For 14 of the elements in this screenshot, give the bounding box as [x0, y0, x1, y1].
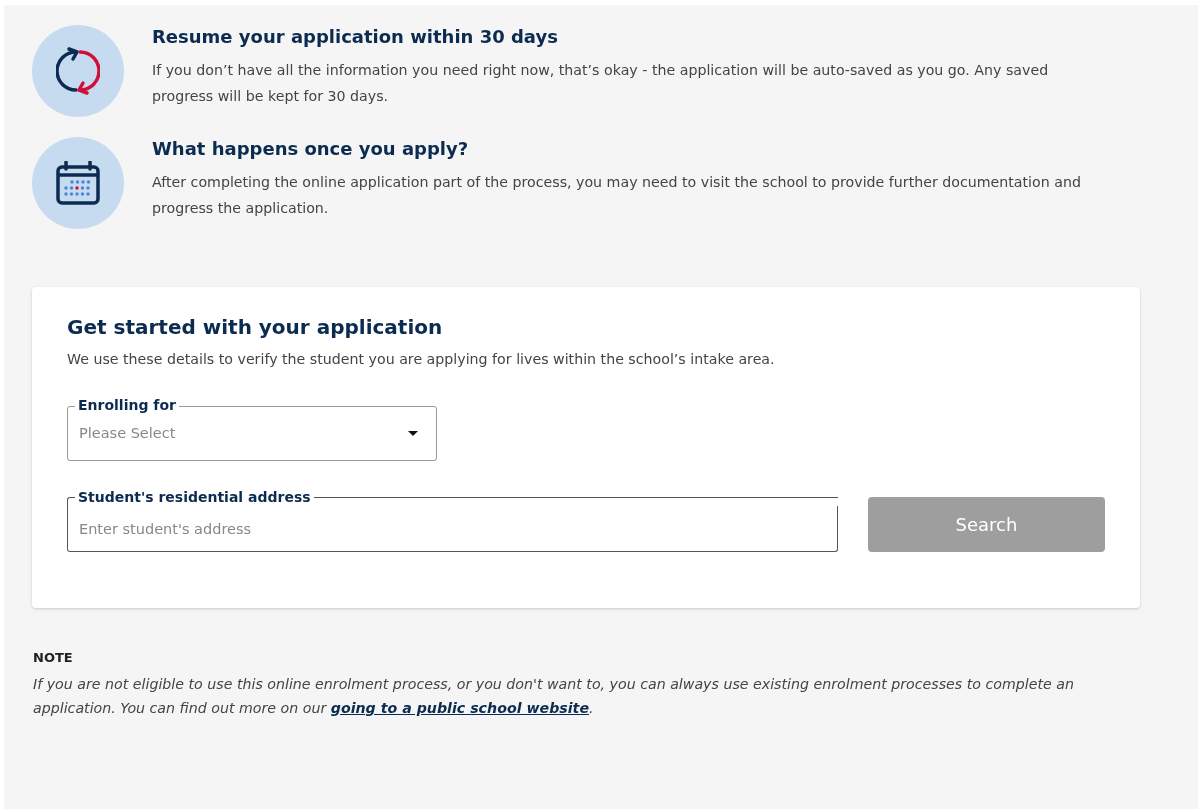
field-label: Enrolling for [75, 396, 179, 415]
section-heading: Resume your application within 30 days [152, 26, 559, 48]
field-label: Student's residential address [77, 488, 312, 508]
section-text: If you don’t have all the information you need right now, that’s okay - the application will be auto-saved as you go. Any saved progress will be kept for 30 days. [152, 60, 1050, 106]
card-description: We use these details to verify the student you are applying for lives within the school’s intake area. [67, 350, 776, 369]
note-text: If you are not eligible to use this online enrolment process, or you don't want to, you can always use existing enrolment processes to complete an application. You can find out more on our going to a public school website. [33, 674, 1075, 718]
calendar-icon [56, 161, 100, 205]
card-heading: Get started with your application [67, 315, 444, 339]
note-heading: NOTE [33, 649, 74, 668]
address-field[interactable]: Enter student's address [67, 506, 838, 553]
dropdown-caret-icon [408, 431, 418, 437]
section-heading: What happens once you apply? [152, 138, 470, 160]
refresh-icon [56, 46, 100, 96]
section-text: After completing the online application part of the process, you may need to visit the school to provide further documentation and progress the application. [152, 172, 1082, 218]
